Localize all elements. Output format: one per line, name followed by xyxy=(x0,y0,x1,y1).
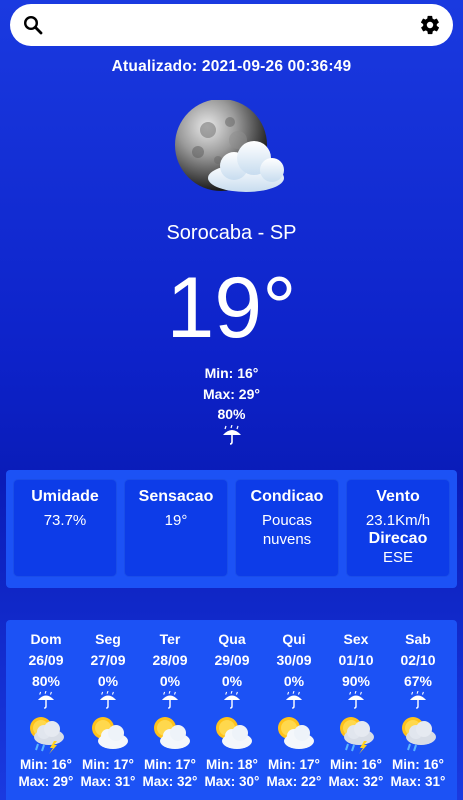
condition-value-line2: nuvens xyxy=(262,531,312,548)
forecast-min: Min: 17° xyxy=(268,757,320,772)
sun-cloud-icon xyxy=(201,713,263,755)
forecast-day: Sab 02/10 67% Min: 16° Max: 31° xyxy=(387,620,449,789)
wind-title: Vento xyxy=(376,488,420,505)
forecast-rain-chance: 0% xyxy=(159,673,181,689)
forecast-rain-chance: 0% xyxy=(221,673,243,689)
location-name: Sorocaba - SP xyxy=(166,222,297,244)
condition-card: Condicao Poucas nuvens xyxy=(236,480,338,576)
storm-sun-icon xyxy=(15,713,77,755)
forecast-rain-chance: 80% xyxy=(31,673,61,689)
forecast-day: Sex 01/10 90% Min: 16° Max: 32° xyxy=(325,620,387,789)
forecast-min: Min: 18° xyxy=(206,757,258,772)
updated-timestamp: Atualizado: 2021-09-26 00:36:49 xyxy=(111,58,352,75)
current-rain-chance: 80% xyxy=(217,406,246,422)
forecast-date: 27/09 xyxy=(90,652,126,668)
forecast-day: Qua 29/09 0% Min: 18° Max: 30° xyxy=(201,620,263,789)
forecast-max: Max: 30° xyxy=(204,774,260,789)
forecast-date: 28/09 xyxy=(152,652,188,668)
umbrella-rain-icon xyxy=(263,691,325,711)
forecast-date: 29/09 xyxy=(214,652,250,668)
forecast-max: Max: 22° xyxy=(266,774,322,789)
forecast-min: Min: 16° xyxy=(20,757,72,772)
forecast-day-name: Sab xyxy=(405,631,431,647)
sun-cloud-icon xyxy=(263,713,325,755)
wind-value: 23.1Km/h xyxy=(365,512,431,529)
forecast-day-name: Ter xyxy=(159,631,181,647)
feels-like-title: Sensacao xyxy=(138,488,214,505)
forecast-day: Qui 30/09 0% Min: 17° Max: 22° xyxy=(263,620,325,789)
moon-cloud-icon xyxy=(168,99,293,200)
search-bar xyxy=(10,4,453,46)
feels-like-value: 19° xyxy=(164,512,188,529)
condition-title: Condicao xyxy=(250,488,324,505)
umbrella-rain-icon xyxy=(325,691,387,711)
humidity-value: 73.7% xyxy=(43,512,87,529)
umbrella-rain-icon xyxy=(221,424,243,450)
search-icon[interactable] xyxy=(22,14,44,36)
umbrella-rain-icon xyxy=(15,691,77,711)
forecast-rain-chance: 0% xyxy=(97,673,119,689)
forecast-panel: Dom 26/09 80% Min: 16° Max: 29° Seg 27/09 0% Min… xyxy=(6,620,457,800)
forecast-max: Max: 31° xyxy=(390,774,446,789)
umbrella-rain-icon xyxy=(139,691,201,711)
forecast-date: 02/10 xyxy=(400,652,436,668)
forecast-day-name: Qui xyxy=(282,631,306,647)
feels-like-card: Sensacao 19° xyxy=(125,480,227,576)
forecast-max: Max: 32° xyxy=(142,774,198,789)
forecast-min: Min: 17° xyxy=(82,757,134,772)
sun-cloud-icon xyxy=(139,713,201,755)
forecast-max: Max: 29° xyxy=(18,774,74,789)
details-panel: Umidade 73.7% Sensacao 19° Condicao Pouc… xyxy=(6,470,457,588)
humidity-card: Umidade 73.7% xyxy=(14,480,116,576)
current-max: Max: 29° xyxy=(203,386,260,402)
forecast-day: Dom 26/09 80% Min: 16° Max: 29° xyxy=(15,620,77,789)
search-input[interactable] xyxy=(52,10,411,40)
forecast-day-name: Sex xyxy=(343,631,369,647)
forecast-day-name: Seg xyxy=(95,631,121,647)
forecast-rain-chance: 90% xyxy=(341,673,371,689)
forecast-min: Min: 16° xyxy=(392,757,444,772)
current-temperature: 19° xyxy=(166,260,297,356)
wind-card: Vento 23.1Km/h Direcao ESE xyxy=(347,480,449,576)
forecast-rain-chance: 0% xyxy=(283,673,305,689)
forecast-date: 30/09 xyxy=(276,652,312,668)
forecast-day: Seg 27/09 0% Min: 17° Max: 31° xyxy=(77,620,139,789)
forecast-day-name: Dom xyxy=(30,631,62,647)
gear-icon[interactable] xyxy=(419,14,441,36)
wind-direction-title: Direcao xyxy=(368,530,428,547)
current-min: Min: 16° xyxy=(204,365,259,381)
condition-value-line1: Poucas xyxy=(261,512,313,529)
forecast-min: Min: 16° xyxy=(330,757,382,772)
umbrella-rain-icon xyxy=(201,691,263,711)
forecast-rain-chance: 67% xyxy=(403,673,433,689)
forecast-max: Max: 32° xyxy=(328,774,384,789)
humidity-title: Umidade xyxy=(31,488,99,505)
forecast-date: 01/10 xyxy=(338,652,374,668)
forecast-day: Ter 28/09 0% Min: 17° Max: 32° xyxy=(139,620,201,789)
umbrella-rain-icon xyxy=(387,691,449,711)
sun-cloud-icon xyxy=(77,713,139,755)
forecast-date: 26/09 xyxy=(28,652,64,668)
rain-sun-icon xyxy=(387,713,449,755)
storm-sun-icon xyxy=(325,713,387,755)
forecast-day-name: Qua xyxy=(218,631,246,647)
umbrella-rain-icon xyxy=(77,691,139,711)
forecast-min: Min: 17° xyxy=(144,757,196,772)
wind-direction-value: ESE xyxy=(382,549,413,566)
forecast-max: Max: 31° xyxy=(80,774,136,789)
